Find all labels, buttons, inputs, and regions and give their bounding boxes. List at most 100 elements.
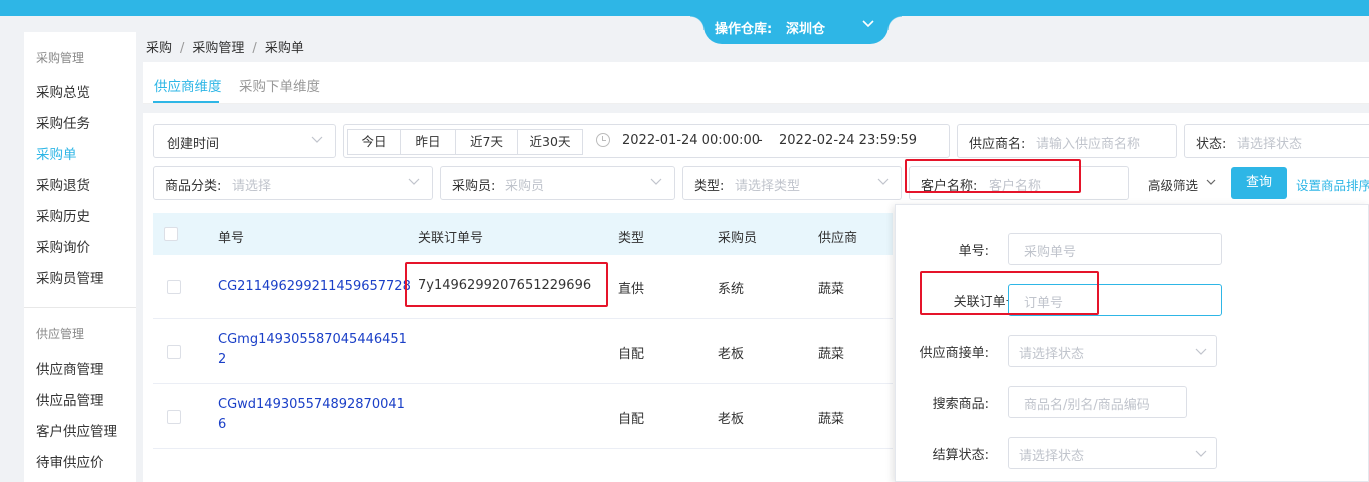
sidebar-item-purchase-task[interactable]: 采购任务 xyxy=(36,112,90,132)
table-row[interactable]: CGmg149305587045446451 2 自配 老板 蔬菜 xyxy=(153,319,893,384)
related-order-input[interactable]: 订单号 xyxy=(1008,284,1222,316)
quick-date-7days[interactable]: 近7天 xyxy=(455,129,518,155)
chevron-down-icon xyxy=(408,178,420,185)
sidebar-item-purchase-overview[interactable]: 采购总览 xyxy=(36,81,90,101)
chevron-down-icon xyxy=(650,178,662,185)
order-type: 自配 xyxy=(618,412,645,427)
order-number-line: CGmg149305587045446451 xyxy=(218,332,407,347)
sidebar-item-supply-goods[interactable]: 供应品管理 xyxy=(36,389,104,409)
type-placeholder: 请选择类型 xyxy=(735,179,801,194)
order-number-link[interactable]: CGmg149305587045446451 2 xyxy=(218,330,408,370)
sidebar-item-purchase-order[interactable]: 采购单 xyxy=(36,143,77,163)
date-range-picker[interactable]: 今日 昨日 近7天 近30天 2022-01-24 00:00:00 - 202… xyxy=(343,124,950,158)
time-type-select[interactable]: 创建时间 xyxy=(153,124,336,158)
status-label: 状态: xyxy=(1196,137,1227,152)
sidebar-item-pending-price[interactable]: 待审供应价 xyxy=(36,451,104,471)
time-type-value: 创建时间 xyxy=(167,137,220,152)
sidebar-item-supplier-management[interactable]: 供应商管理 xyxy=(36,358,104,378)
sidebar-divider xyxy=(24,307,136,308)
order-number-link[interactable]: CG211496299211459657728 xyxy=(218,277,411,297)
clock-icon xyxy=(596,133,610,147)
row-checkbox[interactable] xyxy=(167,280,181,294)
column-header: 供应商 xyxy=(818,231,858,246)
buyer-name: 系统 xyxy=(718,282,745,297)
buyer-name: 老板 xyxy=(718,412,745,427)
column-header: 单号 xyxy=(218,231,245,246)
customer-name-field[interactable]: 客户名称: 客户名称 xyxy=(909,166,1129,200)
breadcrumb-current: 采购单 xyxy=(264,41,304,56)
sidebar-item-purchase-inquiry[interactable]: 采购询价 xyxy=(36,236,90,256)
type-select[interactable]: 类型: 请选择类型 xyxy=(682,166,902,200)
settle-status-select[interactable]: 请选择状态 xyxy=(1008,437,1217,469)
buyer-name: 老板 xyxy=(718,347,745,362)
sidebar: 采购管理 采购总览 采购任务 采购单 采购退货 采购历史 采购询价 采购员管理 … xyxy=(24,32,136,482)
tab-supplier-dimension[interactable]: 供应商维度 xyxy=(154,75,222,95)
query-button[interactable]: 查询 xyxy=(1231,167,1287,199)
supplier-accept-select[interactable]: 请选择状态 xyxy=(1008,335,1217,367)
quick-date-30days[interactable]: 近30天 xyxy=(517,129,583,155)
related-order-number: 7y1496299207651229696 xyxy=(418,278,592,293)
supplier-name-label: 供应商名: xyxy=(969,137,1026,152)
set-goods-sort-link[interactable]: 设置商品排序 xyxy=(1296,175,1369,194)
row-checkbox[interactable] xyxy=(167,345,181,359)
sidebar-item-purchase-return[interactable]: 采购退货 xyxy=(36,174,90,194)
warehouse-selector[interactable]: 操作仓库: 深圳仓 xyxy=(690,10,902,44)
date-end[interactable]: 2022-02-24 23:59:59 xyxy=(779,133,917,148)
order-type: 直供 xyxy=(618,282,645,297)
buyer-placeholder: 采购员 xyxy=(505,179,545,194)
search-goods-label: 搜索商品: xyxy=(932,397,989,412)
supplier-name: 蔬菜 xyxy=(818,282,845,297)
order-number-line: 2 xyxy=(218,352,227,367)
sidebar-item-purchase-history[interactable]: 采购历史 xyxy=(36,205,90,225)
breadcrumb-separator: / xyxy=(252,41,257,56)
order-number-line: 6 xyxy=(218,417,227,432)
buyer-select[interactable]: 采购员: 采购员 xyxy=(440,166,675,200)
column-header: 关联订单号 xyxy=(418,231,484,246)
table-row[interactable]: CGwd149305574892870041 6 自配 老板 蔬菜 xyxy=(153,384,893,449)
breadcrumb-item[interactable]: 采购 xyxy=(146,41,172,56)
chevron-down-icon xyxy=(1195,348,1207,355)
order-no-input[interactable]: 采购单号 xyxy=(1008,233,1222,265)
sidebar-group-purchase: 采购管理 xyxy=(36,51,85,65)
table-header: 单号 关联订单号 类型 采购员 供应商 xyxy=(153,213,893,255)
chevron-down-icon[interactable] xyxy=(860,17,876,31)
supplier-name: 蔬菜 xyxy=(818,412,845,427)
chevron-down-icon xyxy=(1195,450,1207,457)
warehouse-label: 操作仓库: xyxy=(715,22,773,37)
customer-name-placeholder: 客户名称 xyxy=(989,179,1042,194)
order-number-link[interactable]: CGwd149305574892870041 6 xyxy=(218,395,408,435)
sidebar-item-customer-supply[interactable]: 客户供应管理 xyxy=(36,420,117,440)
quick-date-yesterday[interactable]: 昨日 xyxy=(400,129,456,155)
status-select[interactable]: 状态: 请选择状态 xyxy=(1184,124,1369,158)
supplier-name-field[interactable]: 供应商名: 请输入供应商名称 xyxy=(957,124,1177,158)
chevron-down-icon xyxy=(877,178,889,185)
customer-name-label: 客户名称: xyxy=(921,179,978,194)
top-header-bar xyxy=(0,0,1369,16)
search-goods-placeholder: 商品名/别名/商品编码 xyxy=(1024,398,1150,413)
date-start[interactable]: 2022-01-24 00:00:00 xyxy=(622,133,760,148)
category-select[interactable]: 商品分类: 请选择 xyxy=(153,166,433,200)
sidebar-group-supply: 供应管理 xyxy=(36,327,85,341)
quick-date-today[interactable]: 今日 xyxy=(347,129,401,155)
column-header: 采购员 xyxy=(718,231,758,246)
warehouse-value: 深圳仓 xyxy=(786,22,826,37)
date-separator: - xyxy=(758,133,763,148)
related-order-placeholder: 订单号 xyxy=(1024,296,1064,311)
category-label: 商品分类: xyxy=(165,179,222,194)
breadcrumb-separator: / xyxy=(180,41,185,56)
chevron-down-icon xyxy=(311,136,323,143)
tab-order-dimension[interactable]: 采购下单维度 xyxy=(239,75,320,95)
order-no-placeholder: 采购单号 xyxy=(1024,245,1077,260)
row-checkbox[interactable] xyxy=(167,410,181,424)
table-row[interactable]: CG211496299211459657728 7y14962992076512… xyxy=(153,255,893,319)
advanced-filter-panel: 单号: 采购单号 关联订单号: 订单号 供应商接单: 请选择状态 搜索商品: 商… xyxy=(895,204,1369,482)
sidebar-item-buyer-management[interactable]: 采购员管理 xyxy=(36,267,104,287)
type-label: 类型: xyxy=(694,179,725,194)
supplier-name: 蔬菜 xyxy=(818,347,845,362)
select-all-checkbox[interactable] xyxy=(164,227,178,241)
advanced-filter-toggle[interactable]: 高级筛选 xyxy=(1148,175,1216,194)
breadcrumb-item[interactable]: 采购管理 xyxy=(192,41,244,56)
order-number-line: CGwd149305574892870041 xyxy=(218,397,405,412)
search-goods-input[interactable]: 商品名/别名/商品编码 xyxy=(1008,386,1187,418)
section-gap xyxy=(143,104,1369,113)
